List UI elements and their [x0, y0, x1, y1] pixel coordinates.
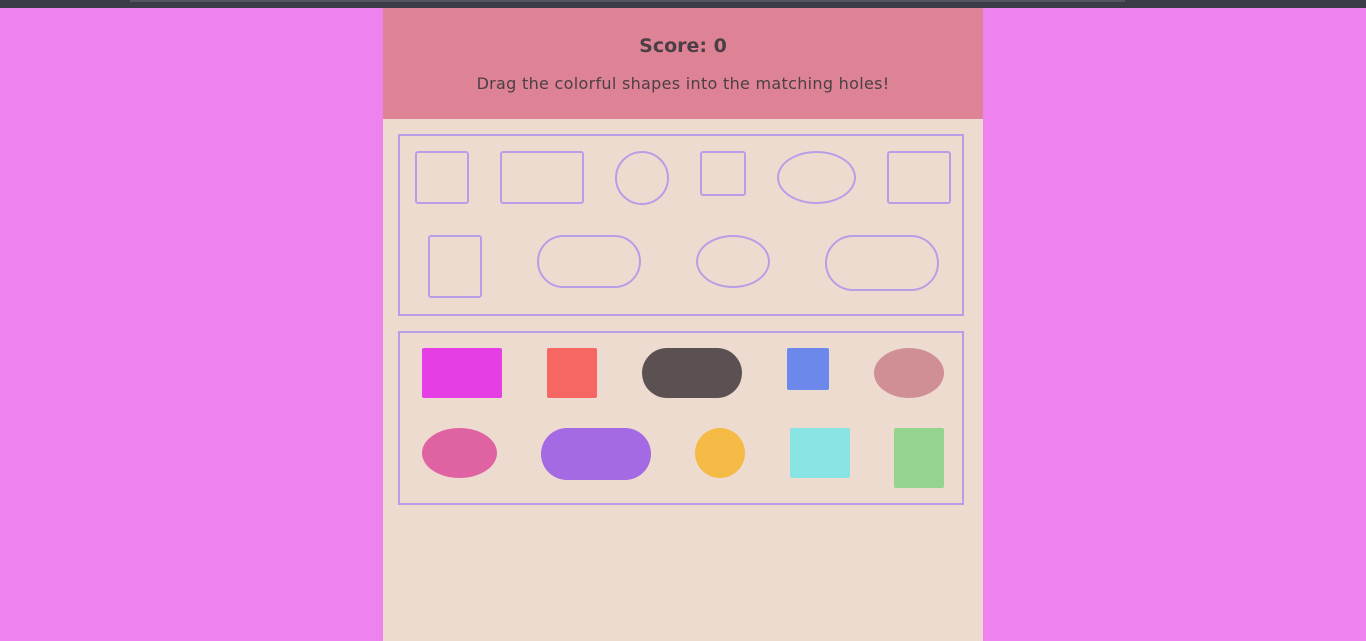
hole-square-3[interactable] [887, 151, 951, 204]
piece-blue-square[interactable] [787, 348, 829, 390]
piece-yellow-circle[interactable] [695, 428, 745, 478]
hole-ellipse-1[interactable] [777, 151, 856, 204]
piece-dark-pill[interactable] [642, 348, 742, 398]
hole-square-2[interactable] [700, 151, 746, 196]
piece-pink-ellipse[interactable] [422, 428, 497, 478]
piece-purple-pill[interactable] [541, 428, 651, 480]
hole-circle-1[interactable] [615, 151, 669, 205]
holes-board [398, 134, 964, 316]
game-container: Score: 0 Drag the colorful shapes into t… [383, 8, 983, 641]
hole-pill-2[interactable] [825, 235, 939, 291]
piece-cyan-rectangle[interactable] [790, 428, 850, 478]
browser-tab-strip [130, 0, 1125, 2]
piece-magenta-rectangle[interactable] [422, 348, 502, 398]
game-header: Score: 0 Drag the colorful shapes into t… [383, 8, 983, 119]
piece-green-rectangle[interactable] [894, 428, 944, 488]
score-display: Score: 0 [639, 35, 727, 57]
hole-square-1[interactable] [415, 151, 469, 204]
hole-rectangle-1[interactable] [500, 151, 584, 204]
piece-rose-ellipse[interactable] [874, 348, 944, 398]
instructions-text: Drag the colorful shapes into the matchi… [476, 74, 890, 93]
shapes-tray [398, 331, 964, 505]
piece-coral-square[interactable] [547, 348, 597, 398]
hole-pill-1[interactable] [537, 235, 641, 288]
hole-rectangle-2[interactable] [428, 235, 482, 298]
browser-top-bar [0, 0, 1366, 8]
hole-ellipse-2[interactable] [696, 235, 770, 288]
